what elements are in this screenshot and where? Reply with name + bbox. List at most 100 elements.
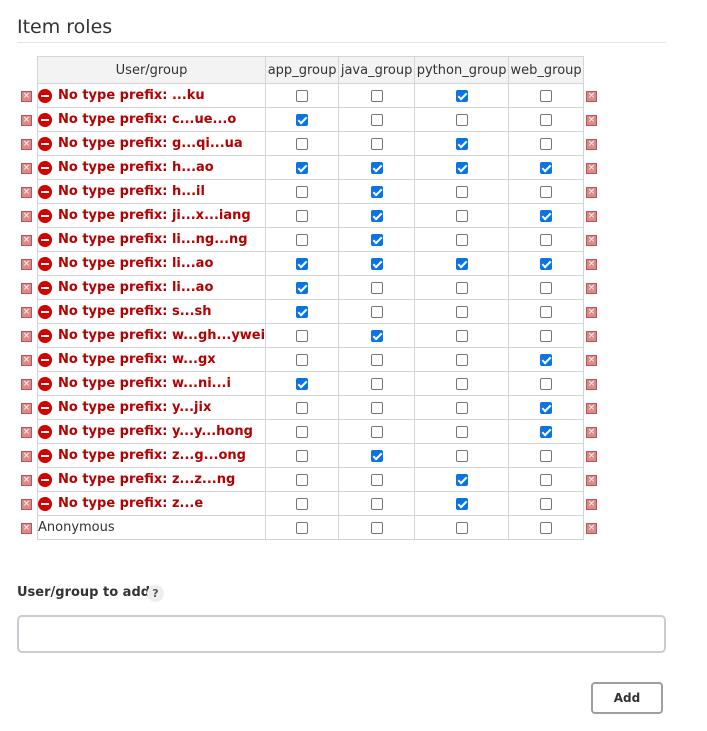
- delete-left-icon[interactable]: ×: [21, 451, 32, 462]
- delete-left-icon[interactable]: ×: [21, 523, 32, 534]
- web-group-checkbox[interactable]: [540, 185, 553, 198]
- web-group-checkbox[interactable]: [540, 353, 553, 366]
- app-group-checkbox[interactable]: [296, 353, 309, 366]
- delete-right-icon[interactable]: ×: [586, 163, 597, 174]
- java-group-checkbox[interactable]: [370, 113, 383, 126]
- web-group-checkbox[interactable]: [540, 113, 553, 126]
- app-group-checkbox[interactable]: [296, 497, 309, 510]
- java-group-checkbox[interactable]: [370, 353, 383, 366]
- java-group-checkbox[interactable]: [370, 209, 383, 222]
- java-group-checkbox[interactable]: [370, 521, 383, 534]
- python-group-checkbox[interactable]: [455, 401, 468, 414]
- java-group-checkbox[interactable]: [370, 89, 383, 102]
- delete-left-icon[interactable]: ×: [21, 91, 32, 102]
- java-group-checkbox[interactable]: [370, 425, 383, 438]
- app-group-checkbox[interactable]: [296, 89, 309, 102]
- delete-right-icon[interactable]: ×: [586, 139, 597, 150]
- app-group-checkbox[interactable]: [296, 233, 309, 246]
- user-group-input[interactable]: [17, 615, 666, 653]
- delete-left-icon[interactable]: ×: [21, 115, 32, 126]
- web-group-checkbox[interactable]: [540, 329, 553, 342]
- python-group-checkbox[interactable]: [455, 473, 468, 486]
- java-group-checkbox[interactable]: [370, 161, 383, 174]
- python-group-checkbox[interactable]: [455, 521, 468, 534]
- delete-left-icon[interactable]: ×: [21, 139, 32, 150]
- java-group-checkbox[interactable]: [370, 497, 383, 510]
- app-group-checkbox[interactable]: [296, 401, 309, 414]
- delete-left-icon[interactable]: ×: [21, 403, 32, 414]
- python-group-checkbox[interactable]: [455, 305, 468, 318]
- java-group-checkbox[interactable]: [370, 281, 383, 294]
- delete-right-icon[interactable]: ×: [586, 307, 597, 318]
- python-group-checkbox[interactable]: [455, 353, 468, 366]
- delete-right-icon[interactable]: ×: [586, 355, 597, 366]
- web-group-checkbox[interactable]: [540, 233, 553, 246]
- app-group-checkbox[interactable]: [296, 329, 309, 342]
- delete-right-icon[interactable]: ×: [586, 187, 597, 198]
- python-group-checkbox[interactable]: [455, 113, 468, 126]
- python-group-checkbox[interactable]: [455, 449, 468, 462]
- app-group-checkbox[interactable]: [296, 209, 309, 222]
- delete-right-icon[interactable]: ×: [586, 259, 597, 270]
- app-group-checkbox[interactable]: [296, 137, 309, 150]
- python-group-checkbox[interactable]: [455, 137, 468, 150]
- app-group-checkbox[interactable]: [296, 473, 309, 486]
- python-group-checkbox[interactable]: [455, 161, 468, 174]
- delete-right-icon[interactable]: ×: [586, 211, 597, 222]
- java-group-checkbox[interactable]: [370, 401, 383, 414]
- delete-right-icon[interactable]: ×: [586, 235, 597, 246]
- app-group-checkbox[interactable]: [296, 449, 309, 462]
- java-group-checkbox[interactable]: [370, 329, 383, 342]
- web-group-checkbox[interactable]: [540, 137, 553, 150]
- app-group-checkbox[interactable]: [296, 185, 309, 198]
- delete-left-icon[interactable]: ×: [21, 379, 32, 390]
- python-group-checkbox[interactable]: [455, 425, 468, 438]
- web-group-checkbox[interactable]: [540, 473, 553, 486]
- app-group-checkbox[interactable]: [296, 521, 309, 534]
- web-group-checkbox[interactable]: [540, 377, 553, 390]
- delete-right-icon[interactable]: ×: [586, 403, 597, 414]
- java-group-checkbox[interactable]: [370, 377, 383, 390]
- python-group-checkbox[interactable]: [455, 497, 468, 510]
- python-group-checkbox[interactable]: [455, 329, 468, 342]
- delete-left-icon[interactable]: ×: [21, 307, 32, 318]
- app-group-checkbox[interactable]: [296, 113, 309, 126]
- help-icon[interactable]: ?: [147, 585, 164, 602]
- web-group-checkbox[interactable]: [540, 425, 553, 438]
- delete-left-icon[interactable]: ×: [21, 163, 32, 174]
- delete-right-icon[interactable]: ×: [586, 283, 597, 294]
- web-group-checkbox[interactable]: [540, 497, 553, 510]
- delete-left-icon[interactable]: ×: [21, 259, 32, 270]
- java-group-checkbox[interactable]: [370, 185, 383, 198]
- java-group-checkbox[interactable]: [370, 137, 383, 150]
- delete-left-icon[interactable]: ×: [21, 283, 32, 294]
- web-group-checkbox[interactable]: [540, 209, 553, 222]
- delete-left-icon[interactable]: ×: [21, 475, 32, 486]
- delete-right-icon[interactable]: ×: [586, 115, 597, 126]
- python-group-checkbox[interactable]: [455, 233, 468, 246]
- delete-left-icon[interactable]: ×: [21, 235, 32, 246]
- app-group-checkbox[interactable]: [296, 377, 309, 390]
- web-group-checkbox[interactable]: [540, 305, 553, 318]
- delete-right-icon[interactable]: ×: [586, 475, 597, 486]
- web-group-checkbox[interactable]: [540, 257, 553, 270]
- app-group-checkbox[interactable]: [296, 257, 309, 270]
- python-group-checkbox[interactable]: [455, 209, 468, 222]
- delete-right-icon[interactable]: ×: [586, 331, 597, 342]
- delete-left-icon[interactable]: ×: [21, 499, 32, 510]
- app-group-checkbox[interactable]: [296, 425, 309, 438]
- python-group-checkbox[interactable]: [455, 377, 468, 390]
- java-group-checkbox[interactable]: [370, 233, 383, 246]
- java-group-checkbox[interactable]: [370, 305, 383, 318]
- java-group-checkbox[interactable]: [370, 257, 383, 270]
- app-group-checkbox[interactable]: [296, 281, 309, 294]
- delete-left-icon[interactable]: ×: [21, 427, 32, 438]
- python-group-checkbox[interactable]: [455, 281, 468, 294]
- python-group-checkbox[interactable]: [455, 89, 468, 102]
- web-group-checkbox[interactable]: [540, 89, 553, 102]
- app-group-checkbox[interactable]: [296, 161, 309, 174]
- delete-right-icon[interactable]: ×: [586, 499, 597, 510]
- python-group-checkbox[interactable]: [455, 257, 468, 270]
- java-group-checkbox[interactable]: [370, 473, 383, 486]
- app-group-checkbox[interactable]: [296, 305, 309, 318]
